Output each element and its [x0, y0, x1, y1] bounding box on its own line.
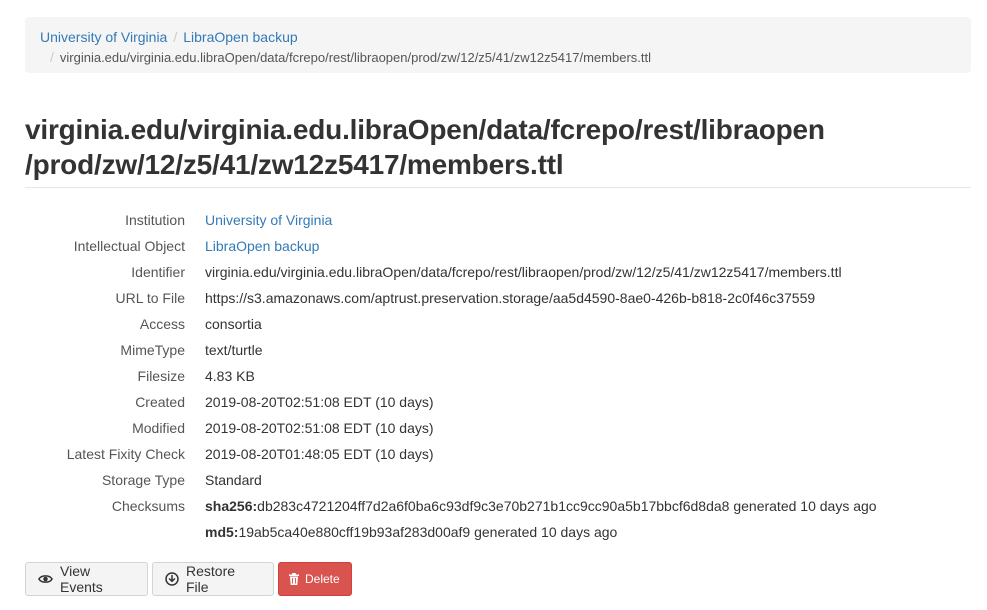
breadcrumb-row-1: University of Virginia / LibraOpen backup — [40, 27, 956, 47]
url-value: https://s3.amazonaws.com/aptrust.preserv… — [205, 290, 816, 306]
checksum-md5: md5:19ab5ca40e880cff19b93af283d00af9 gen… — [205, 519, 617, 545]
institution-label: Institution — [125, 212, 185, 228]
detail-row-storage: Storage Type Standard — [0, 467, 987, 493]
created-label: Created — [135, 394, 185, 410]
file-details: Institution University of Virginia Intel… — [0, 207, 987, 545]
access-value: consortia — [205, 316, 262, 332]
modified-label: Modified — [132, 420, 185, 436]
checksums-label: Checksums — [111, 498, 185, 514]
checksum-algorithm: sha256: — [205, 498, 258, 514]
mimetype-label: MimeType — [120, 342, 185, 358]
checksum-digest: 19ab5ca40e880cff19b93af283d00af9 — [238, 524, 471, 540]
checksum-note: generated 10 days ago — [470, 524, 618, 540]
trash-icon — [289, 573, 299, 585]
mimetype-value: text/turtle — [205, 342, 263, 358]
page-title-line-1: virginia.edu/virginia.edu.libraOpen/data… — [25, 114, 825, 145]
download-circle-icon — [165, 572, 179, 586]
detail-row-mimetype: MimeType text/turtle — [0, 337, 987, 363]
detail-row-filesize: Filesize 4.83 KB — [0, 363, 987, 389]
institution-link[interactable]: University of Virginia — [205, 212, 332, 228]
storage-value: Standard — [205, 472, 262, 488]
fixity-value: 2019-08-20T01:48:05 EDT (10 days) — [205, 446, 434, 462]
url-label: URL to File — [115, 290, 185, 306]
object-link[interactable]: LibraOpen backup — [205, 238, 319, 254]
delete-label: Delete — [305, 572, 340, 586]
view-events-button[interactable]: View Events — [25, 562, 148, 596]
filesize-label: Filesize — [137, 368, 185, 384]
detail-row-modified: Modified 2019-08-20T02:51:08 EDT (10 day… — [0, 415, 987, 441]
restore-file-label: Restore File — [186, 563, 236, 595]
detail-row-identifier: Identifier virginia.edu/virginia.edu.lib… — [0, 259, 987, 285]
modified-value: 2019-08-20T02:51:08 EDT (10 days) — [205, 420, 434, 436]
detail-row-checksum-md5: md5:19ab5ca40e880cff19b93af283d00af9 gen… — [0, 519, 987, 545]
restore-file-button[interactable]: Restore File — [152, 562, 274, 596]
breadcrumb: University of Virginia / LibraOpen backup … — [25, 17, 971, 73]
breadcrumb-object-link[interactable]: LibraOpen backup — [183, 29, 297, 45]
identifier-label: Identifier — [131, 264, 185, 280]
page-title-line-2: /prod/zw/12/z5/41/zw12z5417/members.ttl — [25, 149, 564, 180]
identifier-value: virginia.edu/virginia.edu.libraOpen/data… — [205, 264, 842, 280]
detail-row-url: URL to File https://s3.amazonaws.com/apt… — [0, 285, 987, 311]
title-divider — [25, 187, 971, 188]
detail-row-checksum-sha256: Checksums sha256:db283c4721204ff7d2a6f0b… — [0, 493, 987, 519]
checksum-digest: db283c4721204ff7d2a6f0ba6c93df9c3e70b271… — [257, 498, 730, 514]
breadcrumb-current-file: virginia.edu/virginia.edu.libraOpen/data… — [59, 50, 651, 65]
breadcrumb-institution-link[interactable]: University of Virginia — [40, 29, 167, 45]
eye-icon — [38, 573, 53, 585]
object-label: Intellectual Object — [73, 238, 185, 254]
checksum-sha256: sha256:db283c4721204ff7d2a6f0ba6c93df9c3… — [205, 493, 877, 519]
detail-row-created: Created 2019-08-20T02:51:08 EDT (10 days… — [0, 389, 987, 415]
view-events-label: View Events — [60, 563, 103, 595]
delete-button[interactable]: Delete — [278, 562, 352, 596]
detail-row-object: Intellectual Object LibraOpen backup — [0, 233, 987, 259]
breadcrumb-row-2: / virginia.edu/virginia.edu.libraOpen/dat… — [40, 47, 956, 68]
breadcrumb-separator: / — [50, 49, 54, 65]
checksum-note: generated 10 days ago — [729, 498, 877, 514]
detail-row-access: Access consortia — [0, 311, 987, 337]
breadcrumb-separator: / — [173, 29, 178, 45]
filesize-value: 4.83 KB — [205, 368, 255, 384]
access-label: Access — [139, 316, 185, 332]
created-value: 2019-08-20T02:51:08 EDT (10 days) — [205, 394, 434, 410]
checksum-algorithm: md5: — [205, 524, 239, 540]
storage-label: Storage Type — [101, 472, 185, 488]
fixity-label: Latest Fixity Check — [66, 446, 185, 462]
page-title: virginia.edu/virginia.edu.libraOpen/data… — [25, 112, 955, 182]
detail-row-fixity: Latest Fixity Check 2019-08-20T01:48:05 … — [0, 441, 987, 467]
detail-row-institution: Institution University of Virginia — [0, 207, 987, 233]
